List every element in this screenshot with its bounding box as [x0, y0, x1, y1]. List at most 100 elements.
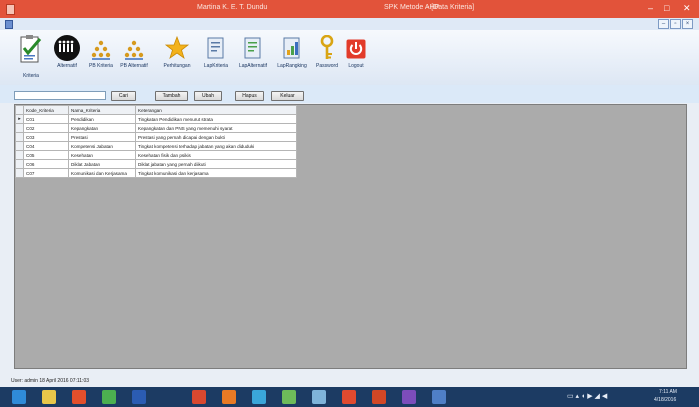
- toolbar-laprangking[interactable]: LapRangking: [273, 30, 311, 85]
- toolbar-logout[interactable]: Logout: [343, 30, 369, 85]
- hapus-button[interactable]: Hapus: [235, 91, 264, 101]
- table-row[interactable]: C02 Kepangkatan Kepangkatan dan PNS yang…: [15, 123, 297, 133]
- toolbar-kriteria[interactable]: Kriteria: [16, 30, 46, 85]
- start-icon[interactable]: [12, 390, 26, 404]
- kriteria-grid[interactable]: Kode_Kriteria Nama_Kriteria Keterangan ▸…: [15, 105, 297, 178]
- toolbar-pb-alternatif[interactable]: PB Alternatif: [117, 30, 151, 85]
- explorer-icon[interactable]: [42, 390, 56, 404]
- cari-button[interactable]: Cari: [111, 91, 136, 101]
- toolbar-label: Password: [316, 63, 338, 69]
- mdi-restore-button[interactable]: ▫: [670, 19, 681, 29]
- toolbar-label: PB Kriteria: [89, 63, 113, 69]
- people-pyramid-icon: [124, 40, 144, 60]
- visualstudio-icon[interactable]: [402, 390, 416, 404]
- table-row[interactable]: C03 Prestasi Prestasi yang pernah dicapa…: [15, 132, 297, 142]
- table-cell[interactable]: Diklat Jabatan: [68, 159, 136, 169]
- search-bar: Cari Tambah Ubah Hapus Keluar: [0, 85, 699, 103]
- table-row[interactable]: C05 Kesehatan Kesehatan fisik dan psikis: [15, 150, 297, 160]
- grid-corner: [15, 105, 24, 115]
- table-cell[interactable]: C05: [23, 150, 69, 160]
- toolbar-label: Perhitungan: [163, 63, 191, 69]
- mdi-app-icon[interactable]: [432, 390, 446, 404]
- paint-icon[interactable]: [252, 390, 266, 404]
- table-row[interactable]: C07 Komunikasi dan Kerjasama Tingkat kom…: [15, 168, 297, 178]
- powerpoint-icon[interactable]: [372, 390, 386, 404]
- word-icon[interactable]: [132, 390, 146, 404]
- toolbar-perhitungan[interactable]: Perhitungan: [160, 30, 194, 85]
- mdi-child-title: - [Data Kriteria]: [427, 4, 475, 11]
- table-cell[interactable]: Diklat jabatan yang pernah diikuti: [135, 159, 297, 169]
- app-icon: [6, 4, 15, 15]
- table-cell[interactable]: Tingkat komunikasi dan kerjasama: [135, 168, 297, 178]
- report-icon: [283, 37, 300, 59]
- title-bar: Martina K. E. T. Dundu SPK Metode AHP - …: [0, 0, 699, 18]
- table-cell[interactable]: Komunikasi dan Kerjasama: [68, 168, 136, 178]
- mail-icon[interactable]: [342, 390, 356, 404]
- toolbar-lapkriteria[interactable]: LapKriteria: [199, 30, 233, 85]
- toolbar-label: LapKriteria: [203, 63, 229, 69]
- firefox-icon[interactable]: [222, 390, 236, 404]
- table-cell[interactable]: Tingkatan Pendidikan menurut strata: [135, 114, 297, 124]
- table-cell[interactable]: Kompetensi Jabatan: [68, 141, 136, 151]
- photos-icon[interactable]: [282, 390, 296, 404]
- keluar-button[interactable]: Keluar: [271, 91, 304, 101]
- power-icon: [346, 39, 366, 59]
- cursor-icon[interactable]: [162, 390, 176, 404]
- toolbar-pb-kriteria[interactable]: PB Kriteria: [88, 30, 114, 85]
- maximize-button[interactable]: □: [664, 3, 669, 13]
- table-cell[interactable]: Kesehatan fisik dan psikis: [135, 150, 297, 160]
- table-cell[interactable]: C06: [23, 159, 69, 169]
- table-icon[interactable]: [312, 390, 326, 404]
- office-icon[interactable]: [192, 390, 206, 404]
- key-icon: [320, 35, 334, 59]
- row-header[interactable]: [15, 123, 24, 133]
- taskbar: ▭ ▴ ◖ ▶ ◢ ◀ 7:11 AM 4/18/2016: [0, 387, 699, 407]
- toolbar-label: LapAlternatif: [238, 63, 268, 69]
- table-cell[interactable]: C07: [23, 168, 69, 178]
- row-header[interactable]: [15, 168, 24, 178]
- table-row[interactable]: C06 Diklat Jabatan Diklat jabatan yang p…: [15, 159, 297, 169]
- search-input[interactable]: [14, 91, 106, 100]
- table-cell[interactable]: Kesehatan: [68, 150, 136, 160]
- toolbar-password[interactable]: Password: [314, 30, 340, 85]
- tray-icons[interactable]: ▭ ▴ ◖ ▶ ◢ ◀: [567, 392, 607, 400]
- toolbar-label: Logout: [348, 63, 364, 69]
- table-row[interactable]: C04 Kompetensi Jabatan Tingkat kompetens…: [15, 141, 297, 151]
- column-header[interactable]: Kode_Kriteria: [23, 105, 69, 115]
- table-cell[interactable]: Prestasi: [68, 132, 136, 142]
- clock-date[interactable]: 4/18/2016: [654, 397, 676, 403]
- table-cell[interactable]: Pendidikan: [68, 114, 136, 124]
- table-cell[interactable]: C04: [23, 141, 69, 151]
- people-pyramid-icon: [91, 40, 111, 60]
- table-cell[interactable]: Kepangkatan dan PNS yang memenuhi syarat: [135, 123, 297, 133]
- chrome-icon[interactable]: [102, 390, 116, 404]
- table-cell[interactable]: C02: [23, 123, 69, 133]
- row-header[interactable]: [15, 159, 24, 169]
- ubah-button[interactable]: Ubah: [194, 91, 222, 101]
- criteria-clipboard-icon: [20, 35, 42, 63]
- row-header[interactable]: [15, 141, 24, 151]
- row-header[interactable]: [15, 132, 24, 142]
- toolbar-lapalternatif[interactable]: LapAlternatif: [234, 30, 272, 85]
- media-icon[interactable]: [72, 390, 86, 404]
- tambah-button[interactable]: Tambah: [155, 91, 188, 101]
- star-icon: [165, 36, 189, 60]
- minimize-button[interactable]: –: [648, 3, 653, 13]
- column-header[interactable]: Nama_Kriteria: [68, 105, 136, 115]
- table-row[interactable]: ▸ C01 Pendidikan Tingkatan Pendidikan me…: [15, 114, 297, 124]
- table-cell[interactable]: Tingkat kompetensi terhadap jabatan yang…: [135, 141, 297, 151]
- current-row-marker: ▸: [15, 114, 24, 124]
- clock-time[interactable]: 7:11 AM: [659, 389, 677, 395]
- toolbar-alternatif[interactable]: Alternatif: [49, 30, 85, 85]
- row-header[interactable]: [15, 150, 24, 160]
- table-cell[interactable]: C03: [23, 132, 69, 142]
- table-cell[interactable]: C01: [23, 114, 69, 124]
- report-icon: [207, 37, 224, 59]
- status-bar: User: admin 18 April 2016 07:11:03: [0, 376, 699, 387]
- mdi-close-button[interactable]: ×: [682, 19, 693, 29]
- column-header[interactable]: Keterangan: [135, 105, 297, 115]
- table-cell[interactable]: Kepangkatan: [68, 123, 136, 133]
- close-button[interactable]: ✕: [683, 3, 691, 13]
- mdi-minimize-button[interactable]: –: [658, 19, 669, 29]
- table-cell[interactable]: Prestasi yang pernah dicapai dengan bukt…: [135, 132, 297, 142]
